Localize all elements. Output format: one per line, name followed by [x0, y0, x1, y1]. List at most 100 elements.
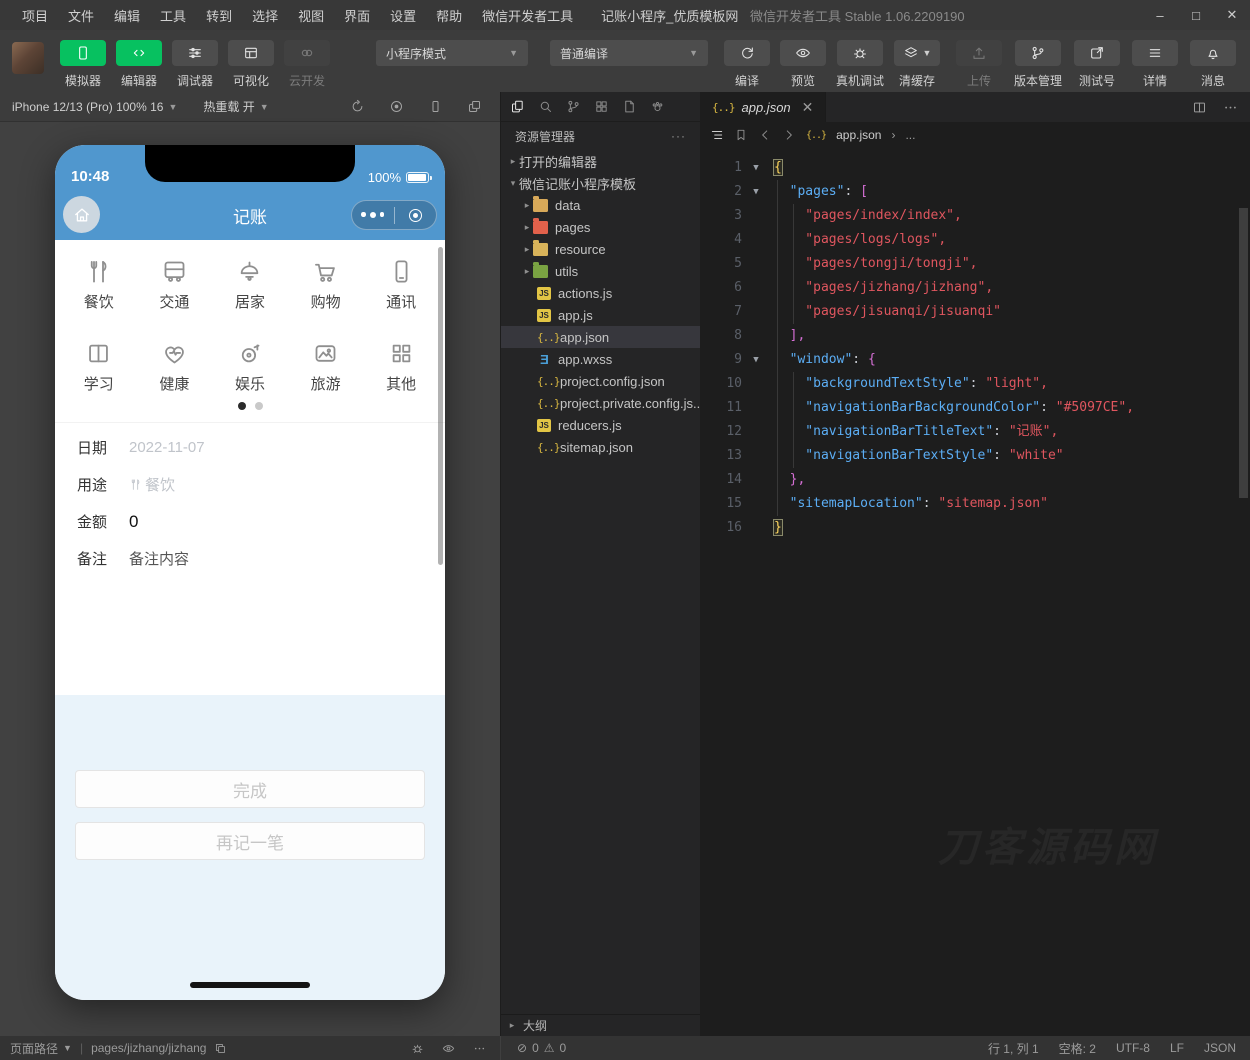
- hot-reload-toggle[interactable]: 热重载 开 ▼: [203, 98, 268, 115]
- tree-item-sitemap.json[interactable]: {..} sitemap.json: [501, 436, 700, 458]
- menu-item-微信开发者工具[interactable]: 微信开发者工具: [472, 0, 583, 30]
- hand-icon[interactable]: [650, 99, 665, 114]
- copy-icon[interactable]: [214, 1042, 227, 1055]
- code-line-4[interactable]: 4 "pages/logs/logs",: [700, 228, 1250, 252]
- encoding[interactable]: UTF-8: [1116, 1041, 1150, 1055]
- avatar[interactable]: [12, 42, 44, 74]
- category-居家[interactable]: 居家: [212, 258, 288, 312]
- indentation[interactable]: 空格: 2: [1059, 1040, 1096, 1057]
- breadcrumb-more[interactable]: ...: [905, 128, 915, 142]
- code-line-8[interactable]: 8 ],: [700, 324, 1250, 348]
- finish-button[interactable]: 完成: [75, 770, 425, 808]
- files-icon[interactable]: [510, 99, 525, 114]
- fold-chevron-icon[interactable]: ▼: [746, 180, 766, 204]
- language-mode[interactable]: JSON: [1204, 1041, 1236, 1055]
- search-icon[interactable]: [538, 99, 553, 114]
- form-value[interactable]: 2022-11-07: [129, 439, 205, 456]
- phone-page-scrollbar[interactable]: [438, 247, 443, 565]
- code-line-5[interactable]: 5 "pages/tongji/tongji",: [700, 252, 1250, 276]
- category-餐饮[interactable]: 餐饮: [61, 258, 137, 312]
- code-area[interactable]: 1 ▼{2 ▼ "pages": [3 "pages/index/index", 4 …: [700, 148, 1250, 1036]
- outline-list-icon[interactable]: [710, 128, 724, 142]
- cursor-position[interactable]: 行 1, 列 1: [988, 1040, 1039, 1057]
- debug-icon[interactable]: [411, 1042, 424, 1055]
- tab-app-json[interactable]: {..} app.json ✕: [700, 92, 827, 122]
- preview-icon[interactable]: [442, 1042, 455, 1055]
- bookmark-icon[interactable]: [734, 128, 748, 142]
- category-娱乐[interactable]: 娱乐: [212, 340, 288, 394]
- code-line-3[interactable]: 3 "pages/index/index",: [700, 204, 1250, 228]
- toolbar-action-上传[interactable]: 上传: [955, 40, 1002, 89]
- code-line-11[interactable]: 11 "navigationBarBackgroundColor": "#509…: [700, 396, 1250, 420]
- code-line-10[interactable]: 10 "backgroundTextStyle": "light",: [700, 372, 1250, 396]
- toolbar-button-模拟器[interactable]: 模拟器: [60, 40, 106, 89]
- menu-item-项目[interactable]: 项目: [12, 0, 58, 30]
- record-again-button[interactable]: 再记一笔: [75, 822, 425, 860]
- code-line-13[interactable]: 13 "navigationBarTextStyle": "white": [700, 444, 1250, 468]
- tree-item-utils[interactable]: ▸ utils: [501, 260, 700, 282]
- menu-item-设置[interactable]: 设置: [380, 0, 426, 30]
- category-学习[interactable]: 学习: [61, 340, 137, 394]
- toolbar-action-编译[interactable]: 编译: [724, 40, 770, 89]
- record-icon[interactable]: [389, 99, 404, 114]
- detach-window-icon[interactable]: [467, 99, 482, 114]
- eol[interactable]: LF: [1170, 1041, 1184, 1055]
- category-购物[interactable]: 购物: [288, 258, 364, 312]
- menu-item-视图[interactable]: 视图: [288, 0, 334, 30]
- category-交通[interactable]: 交通: [137, 258, 213, 312]
- extensions-icon[interactable]: [594, 99, 609, 114]
- outline-section[interactable]: ▸ 大纲: [501, 1014, 700, 1036]
- tree-item-app.json[interactable]: {..} app.json: [501, 326, 700, 348]
- more-actions-icon[interactable]: [1223, 100, 1238, 115]
- tree-item-actions.js[interactable]: JS actions.js: [501, 282, 700, 304]
- fold-chevron-icon[interactable]: ▼: [746, 156, 766, 180]
- exit-button[interactable]: [395, 208, 437, 222]
- more-actions-icon[interactable]: ···: [671, 129, 686, 143]
- menu-item-工具[interactable]: 工具: [150, 0, 196, 30]
- page-path-selector[interactable]: 页面路径 ▼: [10, 1040, 72, 1057]
- code-line-7[interactable]: 7 "pages/jisuanqi/jisuanqi": [700, 300, 1250, 324]
- fold-chevron-icon[interactable]: ▼: [746, 348, 766, 372]
- forward-icon[interactable]: [782, 128, 796, 142]
- form-value[interactable]: 餐饮: [129, 474, 175, 495]
- tree-item-project.config.json[interactable]: {..} project.config.json: [501, 370, 700, 392]
- category-健康[interactable]: 健康: [137, 340, 213, 394]
- device-select[interactable]: iPhone 12/13 (Pro) 100% 16 ▼: [12, 100, 177, 114]
- problems-indicator[interactable]: ⊘ 0 ⚠ 0: [500, 1036, 630, 1060]
- file-doc-icon[interactable]: [622, 99, 637, 114]
- toolbar-action-清缓存[interactable]: ▼ 清缓存: [894, 40, 941, 89]
- close-tab-icon[interactable]: ✕: [802, 99, 814, 116]
- menu-item-帮助[interactable]: 帮助: [426, 0, 472, 30]
- maximize-button[interactable]: □: [1178, 0, 1214, 30]
- toolbar-button-可视化[interactable]: 可视化: [228, 40, 274, 89]
- tree-item-project.private.config.js...[interactable]: {..} project.private.config.js...: [501, 392, 700, 414]
- close-button[interactable]: ✕: [1214, 0, 1250, 30]
- toolbar-button-云开发[interactable]: 云开发: [284, 40, 330, 89]
- section-open-editors[interactable]: ▸ 打开的编辑器: [501, 150, 700, 172]
- rotate-icon[interactable]: [350, 99, 365, 114]
- tree-item-resource[interactable]: ▸ resource: [501, 238, 700, 260]
- menu-item-选择[interactable]: 选择: [242, 0, 288, 30]
- category-其他[interactable]: 其他: [363, 340, 439, 394]
- code-line-9[interactable]: 9 ▼ "window": {: [700, 348, 1250, 372]
- section-project-root[interactable]: ▾ 微信记账小程序模板: [501, 172, 700, 194]
- tree-item-app.wxss[interactable]: Ǝapp.wxss: [501, 348, 700, 370]
- minimize-button[interactable]: –: [1142, 0, 1178, 30]
- toolbar-action-版本管理[interactable]: 版本管理: [1014, 40, 1062, 89]
- breadcrumb-file[interactable]: app.json: [836, 128, 881, 142]
- toolbar-button-编辑器[interactable]: 编辑器: [116, 40, 162, 89]
- tree-item-pages[interactable]: ▸ pages: [501, 216, 700, 238]
- category-通讯[interactable]: 通讯: [363, 258, 439, 312]
- form-value[interactable]: 备注内容: [129, 548, 189, 569]
- split-editor-icon[interactable]: [1192, 100, 1207, 115]
- code-line-1[interactable]: 1 ▼ {: [700, 156, 1250, 180]
- tree-item-reducers.js[interactable]: JS reducers.js: [501, 414, 700, 436]
- source-control-icon[interactable]: [566, 99, 581, 114]
- code-line-14[interactable]: 14 },: [700, 468, 1250, 492]
- toolbar-button-调试器[interactable]: 调试器: [172, 40, 218, 89]
- code-line-2[interactable]: 2 ▼ "pages": [: [700, 180, 1250, 204]
- menu-item-文件[interactable]: 文件: [58, 0, 104, 30]
- menu-item-转到[interactable]: 转到: [196, 0, 242, 30]
- toolbar-action-详情[interactable]: 详情: [1132, 40, 1178, 89]
- compile-mode-select[interactable]: 普通编译 ▼: [550, 40, 708, 66]
